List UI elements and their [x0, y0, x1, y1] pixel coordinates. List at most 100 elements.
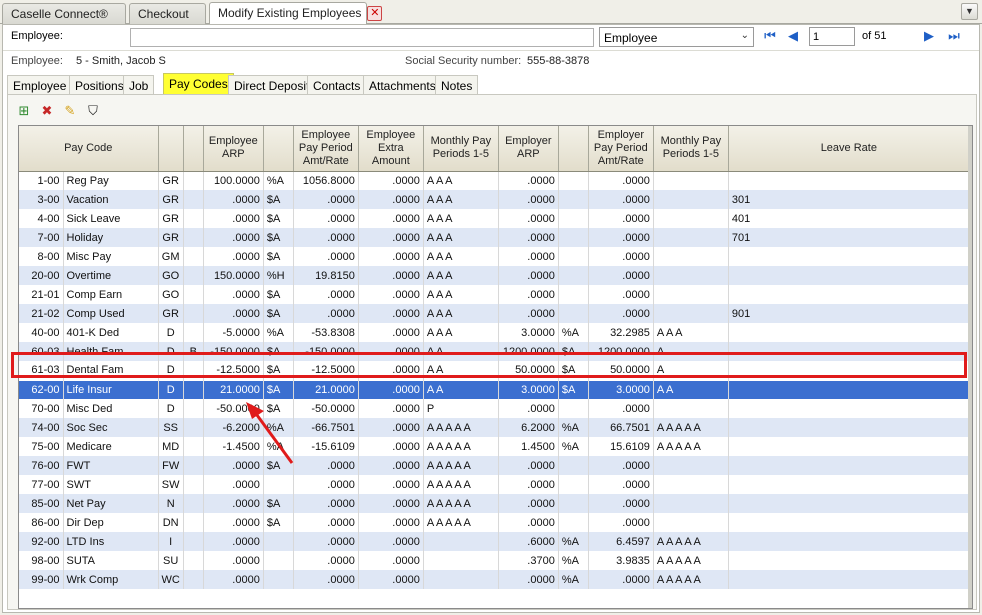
- pay-code-name[interactable]: Dir Dep: [63, 513, 159, 532]
- employer-unit-cell[interactable]: [558, 171, 589, 190]
- employer-amount-cell[interactable]: .0000: [588, 513, 654, 532]
- employee-arp-cell[interactable]: -1.4500: [203, 437, 264, 456]
- pay-code-number[interactable]: 21-01: [19, 285, 64, 304]
- flag-cell[interactable]: B: [183, 342, 204, 361]
- table-row[interactable]: 8-00 Misc Pay GM .0000 $A .0000.0000 A A A .000…: [19, 247, 970, 266]
- employer-periods-cell[interactable]: A A A A A: [653, 437, 729, 456]
- leave-rate-cell[interactable]: [728, 494, 970, 513]
- employer-amount-cell[interactable]: .0000: [588, 266, 654, 285]
- employee-unit-cell[interactable]: %A: [263, 437, 294, 456]
- employee-amount-cell[interactable]: .0000: [293, 551, 359, 570]
- employee-arp-cell[interactable]: .0000: [203, 551, 264, 570]
- employee-extra-cell[interactable]: .0000: [358, 570, 424, 589]
- column-header[interactable]: Employer Pay Period Amt/Rate: [588, 126, 654, 172]
- employer-periods-cell[interactable]: [653, 494, 729, 513]
- pay-code-number[interactable]: 86-00: [19, 513, 64, 532]
- employee-unit-cell[interactable]: $A: [263, 247, 294, 266]
- employee-unit-cell[interactable]: $A: [263, 494, 294, 513]
- employer-unit-cell[interactable]: %A: [558, 532, 589, 551]
- employee-unit-cell[interactable]: $A: [263, 399, 294, 418]
- tab-attachments[interactable]: Attachments: [363, 75, 442, 94]
- employee-extra-cell[interactable]: .0000: [358, 456, 424, 475]
- employee-unit-cell[interactable]: $A: [263, 190, 294, 209]
- close-icon[interactable]: ✕: [367, 6, 383, 22]
- employer-periods-cell[interactable]: [653, 456, 729, 475]
- pay-code-number[interactable]: 20-00: [19, 266, 64, 285]
- employee-periods-cell[interactable]: A A A A A: [423, 418, 499, 437]
- employer-unit-cell[interactable]: [558, 399, 589, 418]
- pay-code-number[interactable]: 76-00: [19, 456, 64, 475]
- employee-periods-cell[interactable]: A A A: [423, 247, 499, 266]
- table-row[interactable]: 4-00 Sick Leave GR .0000 $A .0000.0000 A A A .0…: [19, 209, 970, 228]
- employee-amount-cell[interactable]: 21.0000: [293, 379, 359, 400]
- table-row[interactable]: 77-00 SWT SW .0000.0000.0000 A A A A A .0000.…: [19, 475, 970, 494]
- tab-pay-codes[interactable]: Pay Codes: [163, 73, 234, 94]
- flag-cell[interactable]: [183, 285, 204, 304]
- column-header[interactable]: [158, 126, 184, 172]
- type-cell[interactable]: D: [158, 361, 184, 380]
- employee-extra-cell[interactable]: .0000: [358, 379, 424, 400]
- employee-periods-cell[interactable]: [423, 570, 499, 589]
- pay-code-name[interactable]: Misc Ded: [63, 399, 159, 418]
- employer-arp-cell[interactable]: .0000: [498, 513, 559, 532]
- flag-cell[interactable]: [183, 266, 204, 285]
- pay-code-number[interactable]: 40-00: [19, 323, 64, 342]
- employer-amount-cell[interactable]: .0000: [588, 399, 654, 418]
- employee-unit-cell[interactable]: $A: [263, 228, 294, 247]
- doc-tab-checkout[interactable]: Checkout: [129, 3, 206, 24]
- next-record-icon[interactable]: ▶: [922, 29, 936, 43]
- table-row[interactable]: 1-00 Reg Pay GR 100.0000 %A 1056.8000.0000 A A…: [19, 171, 970, 190]
- type-cell[interactable]: GO: [158, 266, 184, 285]
- employee-extra-cell[interactable]: .0000: [358, 247, 424, 266]
- employee-arp-cell[interactable]: .0000: [203, 456, 264, 475]
- tab-notes[interactable]: Notes: [435, 75, 479, 94]
- leave-rate-cell[interactable]: [728, 171, 970, 190]
- pay-code-name[interactable]: Vacation: [63, 190, 159, 209]
- employee-periods-cell[interactable]: A A A A A: [423, 437, 499, 456]
- employee-amount-cell[interactable]: .0000: [293, 532, 359, 551]
- flag-cell[interactable]: [183, 399, 204, 418]
- employee-extra-cell[interactable]: .0000: [358, 209, 424, 228]
- employer-periods-cell[interactable]: A A A: [653, 323, 729, 342]
- employer-amount-cell[interactable]: .0000: [588, 247, 654, 266]
- employer-arp-cell[interactable]: 6.2000: [498, 418, 559, 437]
- leave-rate-cell[interactable]: [728, 570, 970, 589]
- type-cell[interactable]: D: [158, 379, 184, 400]
- employer-periods-cell[interactable]: [653, 285, 729, 304]
- employee-unit-cell[interactable]: $A: [263, 209, 294, 228]
- employer-amount-cell[interactable]: .0000: [588, 285, 654, 304]
- doc-tab-caselle-connect[interactable]: Caselle Connect®: [2, 3, 126, 24]
- pay-code-name[interactable]: SUTA: [63, 551, 159, 570]
- leave-rate-cell[interactable]: [728, 475, 970, 494]
- employer-arp-cell[interactable]: .0000: [498, 209, 559, 228]
- type-cell[interactable]: GR: [158, 304, 184, 323]
- employee-arp-cell[interactable]: .0000: [203, 570, 264, 589]
- employee-amount-cell[interactable]: .0000: [293, 190, 359, 209]
- employer-arp-cell[interactable]: .0000: [498, 228, 559, 247]
- employee-arp-cell[interactable]: 150.0000: [203, 266, 264, 285]
- type-cell[interactable]: D: [158, 399, 184, 418]
- flag-cell[interactable]: [183, 418, 204, 437]
- employer-periods-cell[interactable]: [653, 171, 729, 190]
- employer-arp-cell[interactable]: .0000: [498, 570, 559, 589]
- employer-periods-cell[interactable]: A A A A A: [653, 551, 729, 570]
- employer-arp-cell[interactable]: .0000: [498, 304, 559, 323]
- pay-code-number[interactable]: 74-00: [19, 418, 64, 437]
- employee-arp-cell[interactable]: .0000: [203, 513, 264, 532]
- table-row[interactable]: 75-00 Medicare MD -1.4500 %A -15.6109.0000 A A…: [19, 437, 970, 456]
- employee-extra-cell[interactable]: .0000: [358, 361, 424, 380]
- table-row[interactable]: 62-00 Life Insur D 21.0000 $A 21.0000.0000 A A…: [19, 379, 970, 400]
- leave-rate-cell[interactable]: 901: [728, 304, 970, 323]
- employee-periods-cell[interactable]: A A A: [423, 304, 499, 323]
- pay-code-name[interactable]: Holiday: [63, 228, 159, 247]
- pay-code-name[interactable]: LTD Ins: [63, 532, 159, 551]
- column-header[interactable]: Leave Rate: [728, 126, 970, 172]
- pay-code-number[interactable]: 98-00: [19, 551, 64, 570]
- employer-unit-cell[interactable]: [558, 513, 589, 532]
- previous-record-icon[interactable]: ◀: [786, 29, 800, 43]
- flag-cell[interactable]: [183, 570, 204, 589]
- table-row[interactable]: 98-00 SUTA SU .0000.0000.0000.3700 %A 3.9835 A…: [19, 551, 970, 570]
- table-row[interactable]: 85-00 Net Pay N .0000 $A .0000.0000 A A A A A.…: [19, 494, 970, 513]
- flag-cell[interactable]: [183, 304, 204, 323]
- type-cell[interactable]: WC: [158, 570, 184, 589]
